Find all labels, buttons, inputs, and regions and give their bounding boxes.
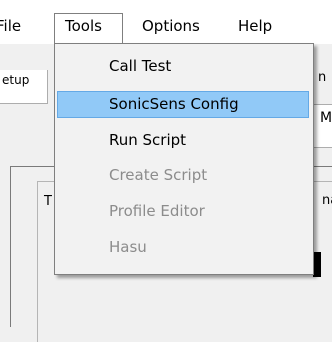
tab-setup-label: etup	[2, 73, 30, 87]
menu-tools[interactable]: Tools	[54, 13, 123, 44]
menu-tools-label: Tools	[65, 17, 102, 35]
menu-item-create-script[interactable]: Create Script	[57, 163, 309, 190]
background-bar	[313, 252, 321, 277]
menu-item-run-script[interactable]: Run Script	[57, 128, 309, 155]
menu-file[interactable]: File	[0, 17, 25, 35]
menu-item-sonicsens-config-label: SonicSens Config	[109, 95, 239, 113]
menu-item-profile-editor-label: Profile Editor	[109, 202, 205, 220]
menu-item-call-test[interactable]: Call Test	[57, 54, 309, 81]
menu-item-call-test-label: Call Test	[109, 57, 172, 75]
menu-file-label: File	[0, 17, 22, 35]
background-fragment-na: na	[322, 193, 332, 208]
menu-item-run-script-label: Run Script	[109, 131, 187, 149]
menu-options[interactable]: Options	[142, 17, 200, 35]
tab-setup[interactable]: etup	[0, 70, 48, 104]
menu-item-sonicsens-config[interactable]: SonicSens Config	[57, 91, 309, 118]
menu-help[interactable]: Help	[238, 17, 272, 35]
menu-help-label: Help	[238, 17, 273, 35]
menu-options-label: Options	[142, 17, 200, 35]
tools-dropdown-menu: Call Test SonicSens Config Run Script Cr…	[54, 43, 314, 275]
menu-item-hasu[interactable]: Hasu	[57, 235, 309, 262]
menu-item-profile-editor[interactable]: Profile Editor	[57, 199, 309, 226]
menu-bar: File Tools Options Help	[0, 0, 332, 44]
background-fragment-m: M	[320, 110, 332, 126]
menu-item-hasu-label: Hasu	[109, 238, 147, 256]
menu-item-create-script-label: Create Script	[109, 166, 208, 184]
background-fragment-t: T	[44, 194, 52, 209]
background-fragment-n: n	[318, 70, 327, 85]
